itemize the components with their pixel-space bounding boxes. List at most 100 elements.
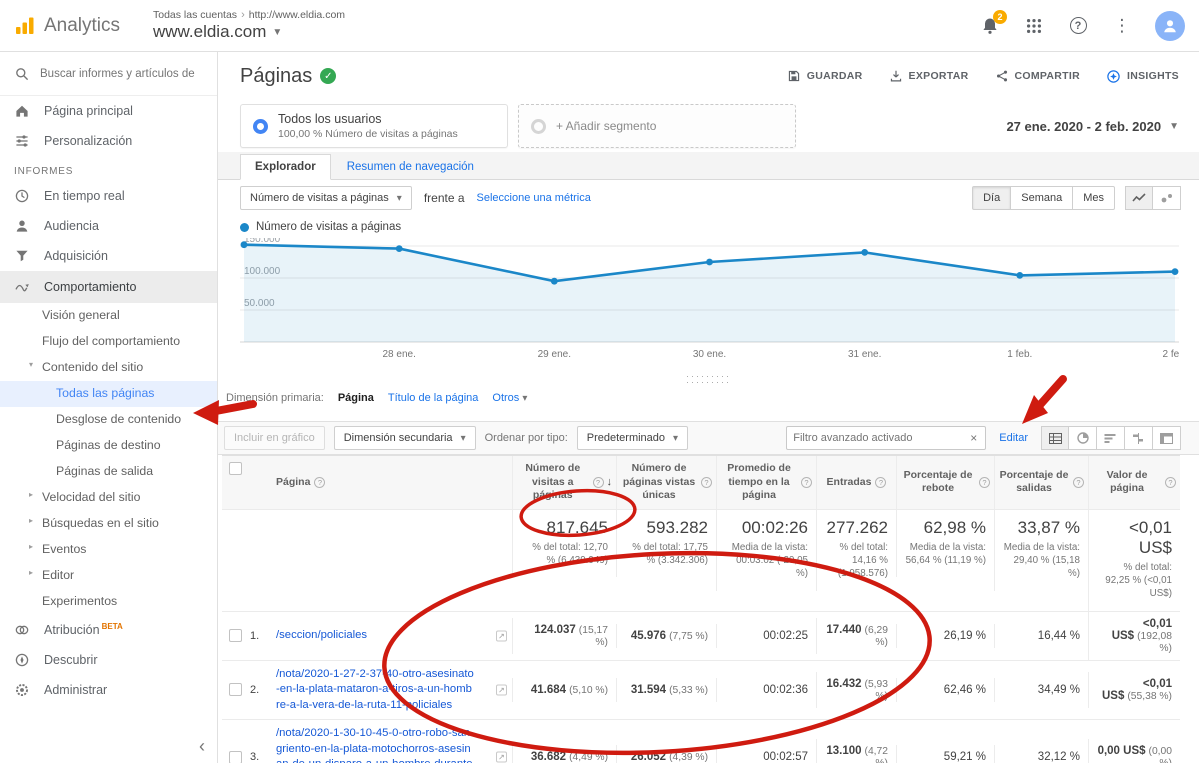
more-options-button[interactable]: ⋮ xyxy=(1111,15,1133,37)
sidebar-item-events[interactable]: ▸ Eventos xyxy=(0,537,217,563)
sidebar-collapse-button[interactable]: ‹ xyxy=(199,736,205,757)
sidebar-item-site-speed[interactable]: ▸ Velocidad del sitio xyxy=(0,485,217,511)
advanced-filter-box[interactable]: Filtro avanzado activado × xyxy=(786,426,986,450)
comparison-view-button[interactable] xyxy=(1125,426,1153,450)
secondary-dimension-dropdown[interactable]: Dimensión secundaria ▾ xyxy=(334,426,476,450)
page-link[interactable]: /nota/2020-1-27-2-37-40-otro-asesinato-e… xyxy=(276,667,474,714)
sidebar-item-site-search[interactable]: ▸ Búsquedas en el sitio xyxy=(0,511,217,537)
sort-type-dropdown[interactable]: Predeterminado ▾ xyxy=(577,426,688,450)
sidebar-item-experiments[interactable]: Experimentos xyxy=(0,589,217,615)
sidebar-item-acquisition[interactable]: Adquisición xyxy=(0,241,217,271)
chart-range-handle[interactable]: ·················· xyxy=(218,373,1199,385)
line-chart-view-button[interactable] xyxy=(1125,186,1153,210)
sidebar-item-behavior-overview[interactable]: Visión general xyxy=(0,303,217,329)
external-link-icon[interactable]: ↗ xyxy=(496,684,507,695)
motion-chart-view-button[interactable] xyxy=(1153,186,1181,210)
sidebar-item-attribution[interactable]: AtribuciónBETA xyxy=(0,615,217,645)
series-legend-label: Número de visitas a páginas xyxy=(256,221,401,233)
sidebar-item-site-content[interactable]: ▾ Contenido del sitio xyxy=(0,355,217,381)
help-icon[interactable]: ? xyxy=(1073,477,1084,488)
tab-navigation-summary[interactable]: Resumen de navegación xyxy=(331,155,490,179)
column-header-avg-time[interactable]: Promedio de tiempo en la página? xyxy=(716,456,816,509)
save-button[interactable]: GUARDAR xyxy=(787,69,863,84)
tab-explorer[interactable]: Explorador xyxy=(240,154,331,180)
sidebar-item-customization[interactable]: Personalización xyxy=(0,126,217,156)
external-link-icon[interactable]: ↗ xyxy=(496,752,507,763)
granularity-week-button[interactable]: Semana xyxy=(1011,186,1073,210)
notifications-button[interactable]: 2 xyxy=(979,15,1001,37)
sidebar-item-content-drilldown[interactable]: Desglose de contenido xyxy=(0,407,217,433)
totals-bounce-rate: 62,98 % Media de la vista: 56,64 % (11,1… xyxy=(896,510,994,577)
column-header-bounce-rate[interactable]: Porcentaje de rebote? xyxy=(896,456,994,509)
entrances-cell: 13.100(4,72 %) xyxy=(816,739,896,763)
help-icon[interactable]: ? xyxy=(701,477,712,488)
page-link[interactable]: /nota/2020-1-30-10-45-0-otro-robo-sangri… xyxy=(276,726,474,763)
gear-icon xyxy=(14,682,30,698)
help-icon[interactable]: ? xyxy=(1165,477,1176,488)
insights-button[interactable]: INSIGHTS xyxy=(1106,69,1179,84)
column-header-page[interactable]: Página? xyxy=(272,456,512,509)
help-icon[interactable]: ? xyxy=(979,477,990,488)
help-icon[interactable]: ? xyxy=(593,477,604,488)
column-header-pageviews[interactable]: Número de visitas a páginas?↓ xyxy=(512,456,616,509)
row-checkbox[interactable] xyxy=(229,751,242,763)
segment-card-all-users[interactable]: Todos los usuarios 100,00 % Número de vi… xyxy=(240,104,508,148)
sidebar-item-editor[interactable]: ▸ Editor xyxy=(0,563,217,589)
edit-filter-link[interactable]: Editar xyxy=(999,432,1028,444)
row-checkbox[interactable] xyxy=(229,683,242,696)
help-icon[interactable]: ? xyxy=(875,477,886,488)
plot-rows-button[interactable]: Incluir en gráfico xyxy=(224,426,325,450)
sidebar-item-exit-pages[interactable]: Páginas de salida xyxy=(0,459,217,485)
breadcrumb-accounts[interactable]: Todas las cuentas xyxy=(153,9,237,21)
export-button[interactable]: EXPORTAR xyxy=(889,69,969,84)
help-button[interactable]: ? xyxy=(1067,15,1089,37)
data-table-view-button[interactable] xyxy=(1041,426,1069,450)
column-header-unique-pageviews[interactable]: Número de páginas vistas únicas? xyxy=(616,456,716,509)
breadcrumb[interactable]: Todas las cuentas › http://www.eldia.com xyxy=(153,9,345,21)
sidebar-item-behavior[interactable]: Comportamiento xyxy=(0,271,217,303)
dimension-others-dropdown[interactable]: Otros ▾ xyxy=(492,392,527,404)
avatar[interactable] xyxy=(1155,11,1185,41)
percentage-view-button[interactable] xyxy=(1069,426,1097,450)
granularity-month-button[interactable]: Mes xyxy=(1073,186,1115,210)
account-selector[interactable]: www.eldia.com ▼ xyxy=(153,22,345,42)
date-range-selector[interactable]: 27 ene. 2020 - 2 feb. 2020 ▼ xyxy=(1006,119,1179,134)
sidebar-item-landing-pages[interactable]: Páginas de destino xyxy=(0,433,217,459)
sidebar-item-audience[interactable]: Audiencia xyxy=(0,211,217,241)
dimension-page[interactable]: Página xyxy=(338,392,374,404)
apps-grid-button[interactable] xyxy=(1023,15,1045,37)
granularity-day-button[interactable]: Día xyxy=(972,186,1011,210)
pageviews-cell: 124.037(15,17 %) xyxy=(512,618,616,654)
sidebar-item-home[interactable]: Página principal xyxy=(0,96,217,126)
select-all-checkbox[interactable] xyxy=(229,462,242,475)
breadcrumb-property[interactable]: http://www.eldia.com xyxy=(249,9,345,21)
pivot-view-button[interactable] xyxy=(1153,426,1181,450)
row-checkbox[interactable] xyxy=(229,629,242,642)
segment-name: Todos los usuarios xyxy=(278,112,458,126)
performance-view-button[interactable] xyxy=(1097,426,1125,450)
exit-rate-cell: 16,44 % xyxy=(994,624,1088,648)
home-icon xyxy=(14,103,30,119)
select-metric-link[interactable]: Seleccione una métrica xyxy=(477,192,591,204)
sidebar-item-all-pages[interactable]: Todas las páginas xyxy=(0,381,217,407)
share-button[interactable]: COMPARTIR xyxy=(995,69,1081,84)
dimension-page-title-link[interactable]: Título de la página xyxy=(388,392,479,404)
sidebar-item-realtime[interactable]: En tiempo real xyxy=(0,181,217,211)
sidebar-search[interactable] xyxy=(0,52,217,96)
external-link-icon[interactable]: ↗ xyxy=(496,630,507,641)
help-icon[interactable]: ? xyxy=(801,477,812,488)
caret-down-icon: ▼ xyxy=(1169,121,1179,132)
column-header-entrances[interactable]: Entradas? xyxy=(816,456,896,509)
sidebar-item-discover[interactable]: Descubrir xyxy=(0,645,217,675)
metric-selector-dropdown[interactable]: Número de visitas a páginas ▾ xyxy=(240,186,412,210)
close-icon[interactable]: × xyxy=(968,431,979,445)
sidebar-item-behavior-flow[interactable]: Flujo del comportamiento xyxy=(0,329,217,355)
add-segment-button[interactable]: + Añadir segmento xyxy=(518,104,796,148)
page-link[interactable]: /seccion/policiales xyxy=(276,628,367,644)
exit-rate-cell: 34,49 % xyxy=(994,678,1088,702)
help-icon[interactable]: ? xyxy=(314,477,325,488)
sidebar-item-admin[interactable]: Administrar xyxy=(0,675,217,705)
search-input[interactable] xyxy=(40,68,200,80)
column-header-exit-rate[interactable]: Porcentaje de salidas? xyxy=(994,456,1088,509)
column-header-page-value[interactable]: Valor de página? xyxy=(1088,456,1180,509)
